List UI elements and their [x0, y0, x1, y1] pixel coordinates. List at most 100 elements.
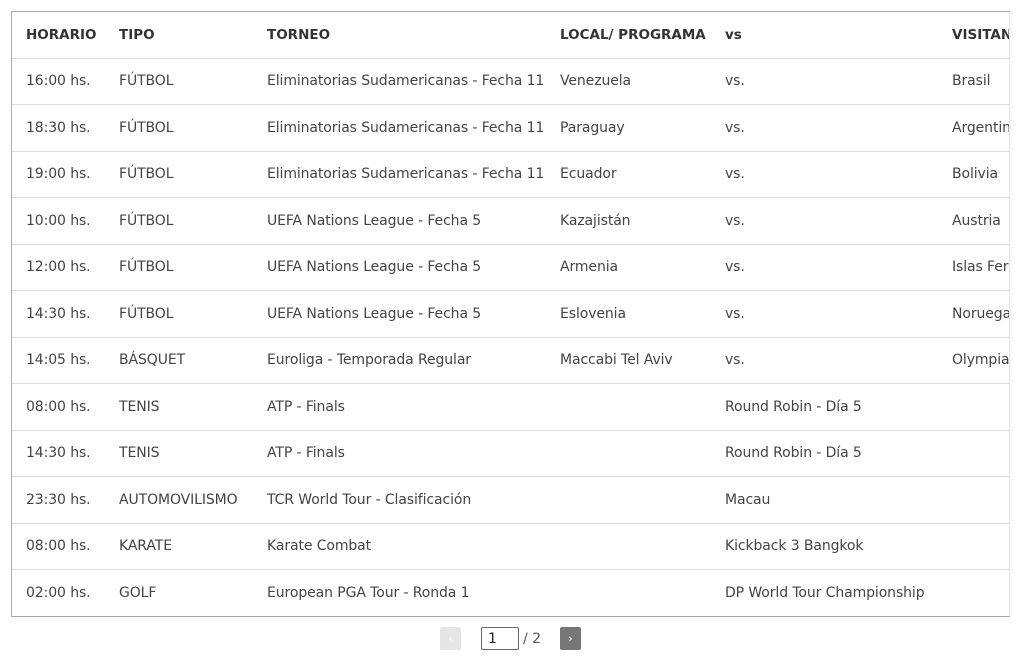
- cell-vs: Round Robin - Día 5: [711, 383, 938, 431]
- cell-local: Eslovenia: [546, 290, 711, 338]
- cell-torneo: Karate Combat: [253, 523, 546, 570]
- cell-vs: Kickback 3 Bangkok: [711, 523, 938, 570]
- table-row: 14:30 hs. TENIS ATP - Finals Round Robin…: [12, 430, 1010, 477]
- cell-local: [546, 523, 711, 570]
- cell-vs: vs.: [711, 337, 938, 384]
- table-row: 08:00 hs. KARATE Karate Combat Kickback …: [12, 523, 1010, 570]
- cell-horario: 02:00 hs.: [26, 585, 91, 601]
- cell-horario: 14:30 hs.: [12, 290, 105, 338]
- cell-visitante: Noruega: [938, 290, 1010, 338]
- cell-visitante: Austria: [938, 197, 1010, 245]
- cell-tipo: AUTOMOVILISMO: [105, 476, 253, 524]
- cell-tipo: TENIS: [105, 383, 253, 431]
- cell-local: Ecuador: [546, 151, 711, 198]
- cell-vs: Round Robin - Día 5: [711, 430, 938, 477]
- cell-local: Maccabi Tel Aviv: [546, 337, 711, 384]
- header-visitante: VISITANTE: [938, 12, 1010, 59]
- cell-visitante: [938, 570, 1010, 617]
- cell-torneo: UEFA Nations League - Fecha 5: [253, 290, 546, 338]
- cell-horario: 18:30 hs.: [12, 104, 105, 152]
- cell-visitante: Argentina: [938, 104, 1010, 152]
- header-local: LOCAL/ PROGRAMA: [546, 12, 711, 59]
- cell-vs: vs.: [711, 197, 938, 245]
- cell-horario: 14:30 hs.: [12, 430, 105, 477]
- cell-torneo: UEFA Nations League - Fecha 5: [253, 244, 546, 291]
- cell-torneo: TCR World Tour - Clasificación: [253, 476, 546, 524]
- cell-tipo: FÚTBOL: [105, 290, 253, 338]
- cell-horario: 14:05 hs.: [12, 337, 105, 384]
- table-row: 23:30 hs. AUTOMOVILISMO TCR World Tour -…: [12, 476, 1010, 524]
- cell-tipo: FÚTBOL: [105, 58, 253, 105]
- header-vs: vs: [711, 12, 938, 59]
- page-number-input[interactable]: [481, 627, 519, 650]
- table-row: 14:05 hs. BÁSQUET Euroliga - Temporada R…: [12, 337, 1010, 384]
- cell-torneo: ATP - Finals: [253, 430, 546, 477]
- table-row: 16:00 hs. FÚTBOL Eliminatorias Sudameric…: [12, 58, 1010, 105]
- chevron-right-icon: ›: [568, 632, 573, 645]
- cell-tipo: FÚTBOL: [105, 197, 253, 245]
- cell-visitante: [938, 383, 1010, 431]
- cell-horario: 23:30 hs.: [12, 476, 105, 524]
- cell-visitante: [938, 476, 1010, 524]
- cell-visitante: Brasil: [938, 58, 1010, 105]
- cell-visitante: [938, 430, 1010, 477]
- cell-horario: 12:00 hs.: [12, 244, 105, 291]
- schedule-table-container: HORARIO TIPO TORNEO LOCAL/ PROGRAMA vs V…: [11, 11, 1010, 617]
- table-row: 02:00 hs. GOLF European PGA Tour - Ronda…: [12, 570, 1010, 617]
- cell-vs: vs.: [711, 58, 938, 105]
- cell-tipo: KARATE: [105, 523, 253, 570]
- table-row: 14:30 hs. FÚTBOL UEFA Nations League - F…: [12, 290, 1010, 338]
- chevron-left-icon: ‹: [448, 632, 453, 645]
- cell-vs: DP World Tour Championship: [725, 585, 925, 601]
- cell-local: [546, 570, 711, 617]
- cell-local: [546, 430, 711, 477]
- cell-tipo: GOLF: [119, 585, 157, 601]
- pagination: ‹ / 2 ›: [440, 626, 582, 651]
- cell-visitante: Islas Feroe: [938, 244, 1010, 291]
- cell-tipo: BÁSQUET: [105, 337, 253, 384]
- schedule-table: HORARIO TIPO TORNEO LOCAL/ PROGRAMA vs V…: [12, 12, 1010, 616]
- next-page-button[interactable]: ›: [560, 627, 582, 650]
- cell-vs: vs.: [711, 244, 938, 291]
- cell-tipo: FÚTBOL: [105, 104, 253, 152]
- header-torneo: TORNEO: [253, 12, 546, 59]
- table-row: 12:00 hs. FÚTBOL UEFA Nations League - F…: [12, 244, 1010, 291]
- cell-horario: 08:00 hs.: [12, 523, 105, 570]
- cell-torneo: European PGA Tour - Ronda 1: [267, 585, 470, 601]
- cell-vs: vs.: [711, 151, 938, 198]
- table-row: 19:00 hs. FÚTBOL Eliminatorias Sudameric…: [12, 151, 1010, 198]
- cell-vs: Macau: [711, 476, 938, 524]
- cell-tipo: FÚTBOL: [105, 244, 253, 291]
- cell-horario: 19:00 hs.: [12, 151, 105, 198]
- cell-local: Kazajistán: [546, 197, 711, 245]
- cell-torneo: Eliminatorias Sudamericanas - Fecha 11: [253, 58, 546, 105]
- page-total-label: / 2: [523, 630, 542, 647]
- header-horario: HORARIO: [12, 12, 105, 59]
- prev-page-button[interactable]: ‹: [440, 627, 461, 650]
- cell-local: Armenia: [546, 244, 711, 291]
- cell-torneo: Euroliga - Temporada Regular: [253, 337, 546, 384]
- cell-horario: 10:00 hs.: [12, 197, 105, 245]
- cell-tipo: FÚTBOL: [105, 151, 253, 198]
- cell-torneo: ATP - Finals: [253, 383, 546, 431]
- cell-local: Venezuela: [546, 58, 711, 105]
- cell-visitante: [938, 523, 1010, 570]
- header-tipo: TIPO: [105, 12, 253, 59]
- cell-tipo: TENIS: [105, 430, 253, 477]
- cell-local: [546, 383, 711, 431]
- cell-vs: vs.: [711, 104, 938, 152]
- table-row: 08:00 hs. TENIS ATP - Finals Round Robin…: [12, 383, 1010, 431]
- cell-horario: 16:00 hs.: [12, 58, 105, 105]
- cell-torneo: Eliminatorias Sudamericanas - Fecha 11: [253, 104, 546, 152]
- cell-torneo: Eliminatorias Sudamericanas - Fecha 11: [253, 151, 546, 198]
- cell-local: [546, 476, 711, 524]
- table-row: 18:30 hs. FÚTBOL Eliminatorias Sudameric…: [12, 104, 1010, 152]
- cell-local: Paraguay: [546, 104, 711, 152]
- cell-horario: 08:00 hs.: [12, 383, 105, 431]
- table-header-row: HORARIO TIPO TORNEO LOCAL/ PROGRAMA vs V…: [12, 12, 1010, 59]
- table-row: 10:00 hs. FÚTBOL UEFA Nations League - F…: [12, 197, 1010, 245]
- cell-visitante: Olympiakos: [938, 337, 1010, 384]
- cell-visitante: Bolivia: [938, 151, 1010, 198]
- cell-vs: vs.: [711, 290, 938, 338]
- cell-torneo: UEFA Nations League - Fecha 5: [253, 197, 546, 245]
